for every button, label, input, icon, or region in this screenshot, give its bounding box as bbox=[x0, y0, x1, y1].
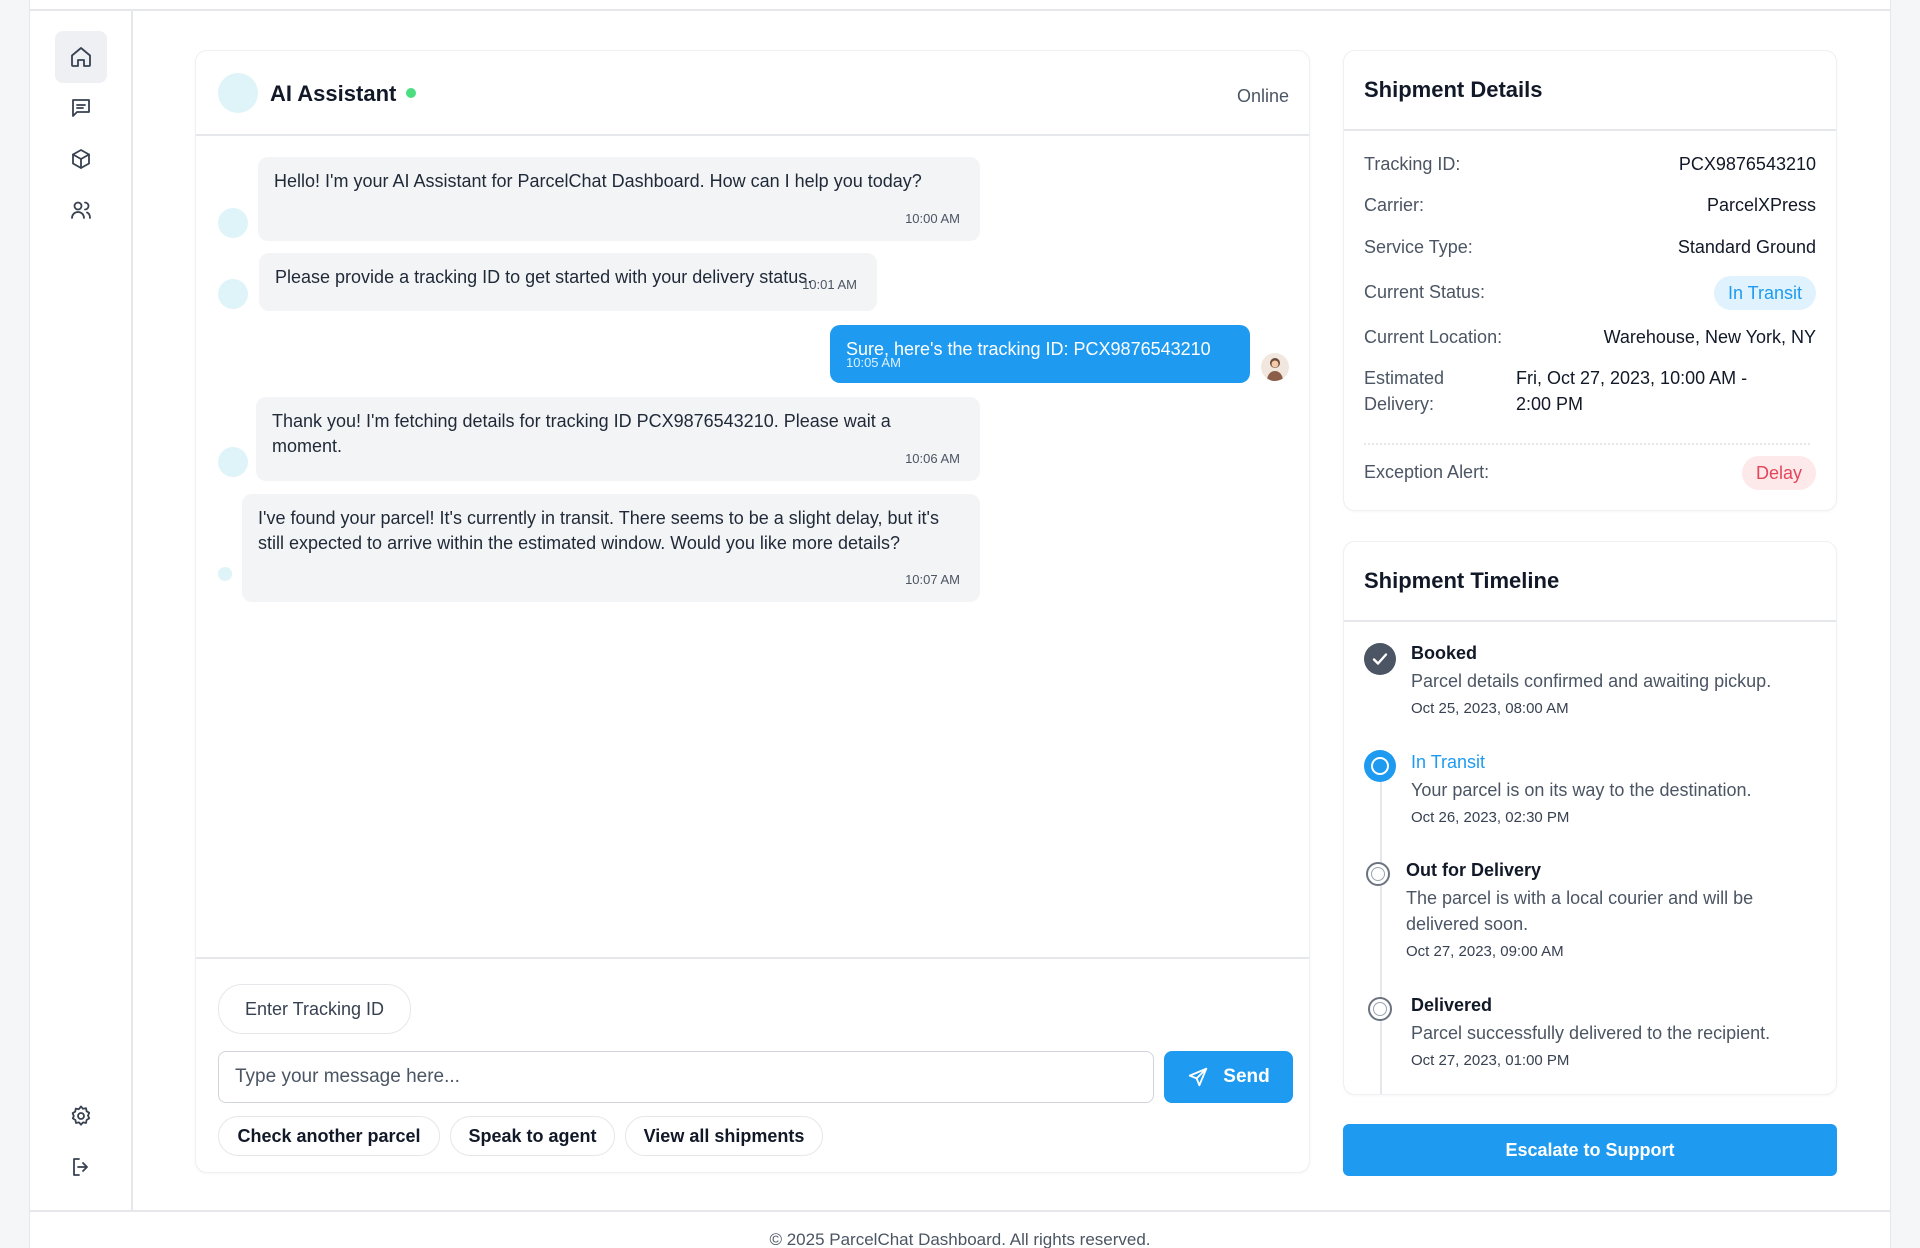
exception-badge: Delay bbox=[1741, 456, 1816, 490]
timeline-connector bbox=[1380, 781, 1382, 1094]
in-transit-icon bbox=[1364, 750, 1396, 782]
tracking-id-label: Tracking ID: bbox=[1364, 154, 1461, 174]
message-time: 10:01 AM bbox=[802, 277, 857, 292]
nav-users-button[interactable] bbox=[55, 184, 107, 236]
chat-status: Online bbox=[1236, 86, 1289, 106]
escalate-to-support-button[interactable]: Escalate to Support bbox=[1343, 1124, 1837, 1176]
footer-divider bbox=[29, 1210, 1891, 1212]
shipment-details-card: Shipment Details Tracking ID: PCX9876543… bbox=[1343, 50, 1837, 511]
eta-value-line: Fri, Oct 27, 2023, 10:00 AM - bbox=[1516, 368, 1748, 388]
bot-message: Hello! I'm your AI Assistant for ParcelC… bbox=[258, 157, 980, 241]
timeline-step-date: Oct 27, 2023, 01:00 PM bbox=[1411, 1052, 1570, 1069]
send-button[interactable]: Send bbox=[1164, 1051, 1293, 1103]
composer-divider bbox=[196, 957, 1309, 959]
nav-settings-button[interactable] bbox=[55, 1090, 107, 1142]
package-icon bbox=[72, 149, 90, 169]
estimated-delivery-value: Fri, Oct 27, 2023, 10:00 AM - 2:00 PM bbox=[1516, 365, 1747, 417]
users-icon bbox=[71, 201, 91, 219]
tracking-id-value: PCX9876543210 bbox=[1678, 154, 1816, 174]
speak-to-agent-button[interactable]: Speak to agent bbox=[450, 1116, 615, 1156]
home-icon bbox=[71, 47, 91, 67]
dotted-divider bbox=[1364, 443, 1810, 445]
nav-home-button[interactable] bbox=[55, 31, 107, 83]
service-type-label: Service Type: bbox=[1364, 237, 1473, 257]
timeline-step-desc: Parcel details confirmed and awaiting pi… bbox=[1411, 671, 1772, 691]
sidebar bbox=[30, 11, 133, 1212]
send-icon bbox=[1189, 1067, 1208, 1087]
user-message: Sure, here's the tracking ID: PCX9876543… bbox=[830, 325, 1250, 383]
nav-logout-button[interactable] bbox=[55, 1141, 107, 1193]
timeline-step-title: Delivered bbox=[1411, 995, 1493, 1015]
timeline-desc-line: delivered soon. bbox=[1406, 914, 1529, 934]
shipment-timeline-card: Shipment Timeline Booked Parcel details … bbox=[1343, 541, 1837, 1095]
bot-avatar bbox=[218, 73, 258, 113]
message-time: 10:06 AM bbox=[905, 451, 960, 466]
bot-message-avatar bbox=[218, 447, 248, 477]
nav-chat-button[interactable] bbox=[55, 82, 107, 134]
top-border bbox=[29, 9, 1891, 11]
check-icon bbox=[1364, 643, 1396, 675]
message-time: 10:07 AM bbox=[905, 572, 960, 587]
card-divider bbox=[1344, 129, 1836, 131]
current-status-label: Current Status: bbox=[1364, 282, 1486, 302]
card-divider bbox=[1344, 620, 1836, 622]
exception-alert-label: Exception Alert: bbox=[1364, 462, 1490, 482]
settings-icon bbox=[71, 1105, 91, 1126]
service-type-value: Standard Ground bbox=[1677, 237, 1816, 257]
view-all-shipments-button[interactable]: View all shipments bbox=[625, 1116, 823, 1156]
timeline-step-date: Oct 26, 2023, 02:30 PM bbox=[1411, 809, 1570, 826]
eta-label-line: Estimated bbox=[1364, 368, 1445, 388]
chat-icon bbox=[72, 99, 90, 117]
bot-message: Thank you! I'm fetching details for trac… bbox=[256, 397, 980, 481]
message-time: 10:05 AM bbox=[846, 355, 901, 370]
shipment-details-title: Shipment Details bbox=[1364, 77, 1543, 102]
timeline-step-date: Oct 25, 2023, 08:00 AM bbox=[1411, 700, 1569, 717]
message-text: Please provide a tracking ID to get star… bbox=[275, 267, 813, 287]
message-text: Hello! I'm your AI Assistant for ParcelC… bbox=[274, 171, 922, 191]
nav-packages-button[interactable] bbox=[55, 133, 107, 185]
eta-value-line: 2:00 PM bbox=[1516, 394, 1584, 414]
carrier-label: Carrier: bbox=[1364, 195, 1425, 215]
message-text: Thank you! I'm fetching details for trac… bbox=[272, 411, 891, 456]
bot-message: I've found your parcel! It's currently i… bbox=[242, 494, 980, 602]
timeline-step-desc: Parcel successfully delivered to the rec… bbox=[1411, 1023, 1771, 1043]
bot-message-avatar bbox=[218, 208, 248, 238]
pending-step-icon bbox=[1368, 997, 1392, 1021]
timeline-step-date: Oct 27, 2023, 09:00 AM bbox=[1406, 943, 1564, 960]
eta-label-line: Delivery: bbox=[1364, 394, 1435, 414]
timeline-step-title: In Transit bbox=[1411, 752, 1486, 772]
timeline-step-title: Out for Delivery bbox=[1406, 860, 1542, 880]
send-label: Send bbox=[1223, 1066, 1270, 1087]
user-avatar bbox=[1261, 353, 1289, 381]
online-indicator bbox=[406, 88, 416, 98]
current-location-value: Warehouse, New York, NY bbox=[1603, 327, 1816, 347]
footer-copyright: © 2025 ParcelChat Dashboard. All rights … bbox=[769, 1230, 1151, 1248]
bot-message: Please provide a tracking ID to get star… bbox=[259, 253, 877, 311]
message-text: I've found your parcel! It's currently i… bbox=[258, 508, 939, 553]
timeline-step-desc: The parcel is with a local courier and w… bbox=[1406, 885, 1753, 937]
check-another-parcel-button[interactable]: Check another parcel bbox=[218, 1116, 440, 1156]
timeline-desc-line: The parcel is with a local courier and w… bbox=[1406, 888, 1754, 908]
status-badge: In Transit bbox=[1713, 276, 1816, 310]
pending-step-icon bbox=[1366, 862, 1390, 886]
chat-header: AI Assistant Online bbox=[196, 51, 1309, 136]
message-input[interactable] bbox=[218, 1051, 1154, 1103]
carrier-value: ParcelXPress bbox=[1706, 195, 1816, 215]
estimated-delivery-label: Estimated Delivery: bbox=[1364, 365, 1444, 417]
bot-message-avatar bbox=[218, 567, 232, 581]
bot-message-avatar bbox=[218, 279, 248, 309]
chat-title: AI Assistant bbox=[270, 81, 397, 106]
timeline-title: Shipment Timeline bbox=[1364, 568, 1560, 593]
timeline-step-desc: Your parcel is on its way to the destina… bbox=[1411, 780, 1752, 800]
chat-panel: AI Assistant Online Hello! I'm your AI A… bbox=[195, 50, 1310, 1173]
timeline-step-title: Booked bbox=[1411, 643, 1478, 663]
message-time: 10:00 AM bbox=[905, 211, 960, 226]
logout-icon bbox=[73, 1158, 88, 1176]
enter-tracking-id-button[interactable]: Enter Tracking ID bbox=[218, 984, 411, 1034]
current-location-label: Current Location: bbox=[1364, 327, 1503, 347]
